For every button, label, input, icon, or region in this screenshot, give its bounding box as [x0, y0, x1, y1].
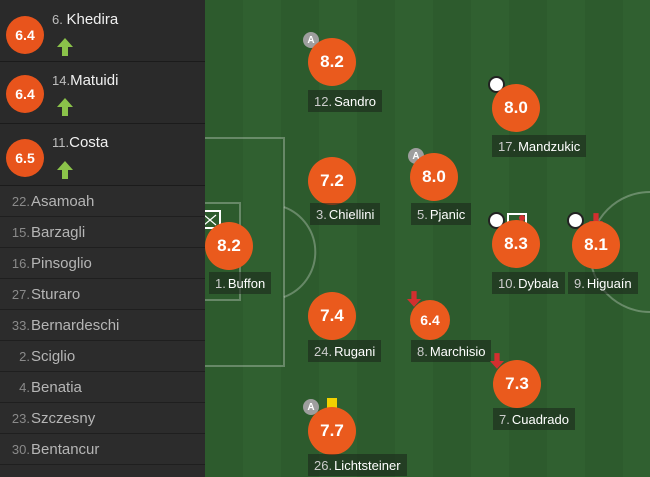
- sub-in-arrow-icon: [57, 161, 73, 179]
- player-cuadrado[interactable]: 7.3 7. Cuadrado: [490, 352, 610, 432]
- pitch: 8.2 1. Buffon A 8.2 12. Sandro 7.2 3. Chiel…: [205, 0, 650, 477]
- rating-badge: 7.2: [308, 157, 356, 205]
- bench-player-row[interactable]: 2. Sciglio: [0, 341, 205, 372]
- player-name: Bernardeschi: [31, 316, 120, 334]
- player-name: Bentancur: [31, 440, 100, 458]
- sub-in-arrow-icon: [57, 98, 73, 116]
- bench-player-row[interactable]: 33. Bernardeschi: [0, 310, 205, 341]
- player-label: 10. Dybala: [492, 272, 565, 294]
- rating-badge: 8.0: [410, 153, 458, 201]
- rating-badge: 7.3: [493, 360, 541, 408]
- player-sandro[interactable]: A 8.2 12. Sandro: [303, 32, 425, 112]
- rating-badge: 8.3: [492, 220, 540, 268]
- player-name: Sciglio: [31, 347, 76, 365]
- player-number: 14.: [52, 73, 71, 88]
- player-name: Barzagli: [31, 223, 86, 241]
- player-number: 4.: [19, 379, 30, 395]
- rating-badge: 8.2: [308, 38, 356, 86]
- player-name: Benatia: [31, 378, 82, 396]
- player-name: Sturaro: [31, 285, 81, 303]
- player-label: 8. Marchisio: [411, 340, 492, 362]
- player-label: 17. Mandzukic: [492, 135, 587, 157]
- rating-badge: 6.5: [6, 139, 44, 177]
- rating-badge: 8.2: [205, 222, 253, 270]
- player-higuain[interactable]: 8.1 9. Higuaín: [567, 212, 650, 294]
- player-name: Asamoah: [31, 192, 95, 210]
- substitute-row[interactable]: 6.4 6. Khedira: [0, 0, 205, 62]
- player-label: 1. Buffon: [209, 272, 272, 294]
- substitute-row[interactable]: 6.5 11.Costa: [0, 124, 205, 186]
- player-number: 2.: [19, 348, 30, 364]
- player-number: 6.: [52, 12, 63, 27]
- bench-player-row[interactable]: 15. Barzagli: [0, 217, 205, 248]
- player-name: Khedira: [66, 11, 119, 28]
- bench-player-row[interactable]: 4. Benatia: [0, 372, 205, 403]
- player-label: 3. Chiellini: [310, 203, 381, 225]
- bench-player-row[interactable]: 22. Asamoah: [0, 186, 205, 217]
- bench-player-row[interactable]: 23. Szczesny: [0, 403, 205, 434]
- player-number: 33.: [11, 317, 30, 333]
- player-mandzukic[interactable]: 8.0 17. Mandzukic: [488, 76, 608, 157]
- rating-badge: 6.4: [6, 16, 44, 54]
- rating-badge: 7.4: [308, 292, 356, 340]
- player-number: 30.: [11, 441, 30, 457]
- sub-in-arrow-icon: [57, 38, 73, 56]
- player-name: Costa: [69, 134, 109, 151]
- rating-badge: 6.4: [6, 75, 44, 113]
- rating-badge: 6.4: [410, 300, 450, 340]
- player-number: 27.: [11, 286, 30, 302]
- bench-player-row[interactable]: 27. Sturaro: [0, 279, 205, 310]
- player-label: 26. Lichtsteiner: [308, 454, 407, 476]
- player-number: 16.: [11, 255, 30, 271]
- player-name: Pinsoglio: [31, 254, 92, 272]
- player-number: 11.: [52, 135, 70, 150]
- substitutes-panel: 6.4 6. Khedira 6.4 14.Matuidi 6.5 11.Cos…: [0, 0, 205, 477]
- player-name: Matuidi: [70, 72, 119, 89]
- rating-badge: 7.7: [308, 407, 356, 455]
- player-label: 12. Sandro: [308, 90, 382, 112]
- player-number: 23.: [11, 410, 30, 426]
- player-label: 9. Higuaín: [568, 272, 638, 294]
- bench-player-row[interactable]: 30. Bentancur: [0, 434, 205, 465]
- player-name: Szczesny: [31, 409, 96, 427]
- player-label: 24. Rugani: [308, 340, 382, 362]
- player-label: 7. Cuadrado: [493, 408, 575, 430]
- bench-player-row[interactable]: 16. Pinsoglio: [0, 248, 205, 279]
- substitute-row[interactable]: 6.4 14.Matuidi: [0, 62, 205, 124]
- player-number: 22.: [11, 193, 30, 209]
- player-number: 15.: [11, 224, 30, 240]
- rating-badge: 8.0: [492, 84, 540, 132]
- player-lichtsteiner[interactable]: A 7.7 26. Lichtsteiner: [303, 396, 425, 476]
- rating-badge: 8.1: [572, 221, 620, 269]
- player-label: 5. Pjanic: [411, 203, 472, 225]
